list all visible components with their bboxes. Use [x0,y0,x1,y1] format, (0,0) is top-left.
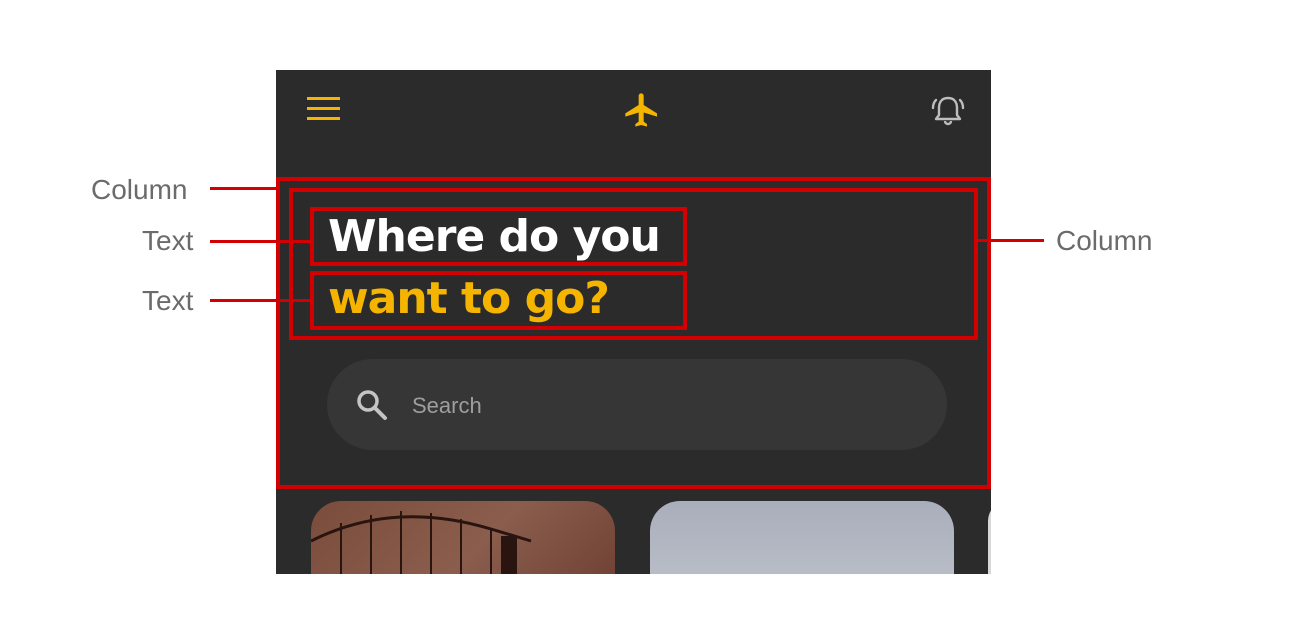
annotation-outer-column-line [210,187,278,190]
alarm-bell-icon[interactable] [928,90,968,130]
annotation-text-box-1 [310,207,687,266]
annotation-inner-column-line [976,239,1044,242]
destination-card[interactable] [311,501,615,574]
annotation-text-line-2 [210,299,312,302]
annotation-label-outer-column: Column [91,174,188,205]
annotation-label-inner-column: Column [1056,225,1153,256]
menu-icon[interactable] [307,97,340,121]
destination-card[interactable] [650,501,954,574]
airplane-icon [625,93,657,127]
annotation-text-line-1 [210,240,312,243]
bridge-photo [311,511,532,574]
destination-card[interactable] [988,501,991,574]
annotation-label-text-2: Text [142,285,194,316]
annotation-text-box-2 [310,271,687,330]
annotation-label-text-1: Text [142,225,194,256]
